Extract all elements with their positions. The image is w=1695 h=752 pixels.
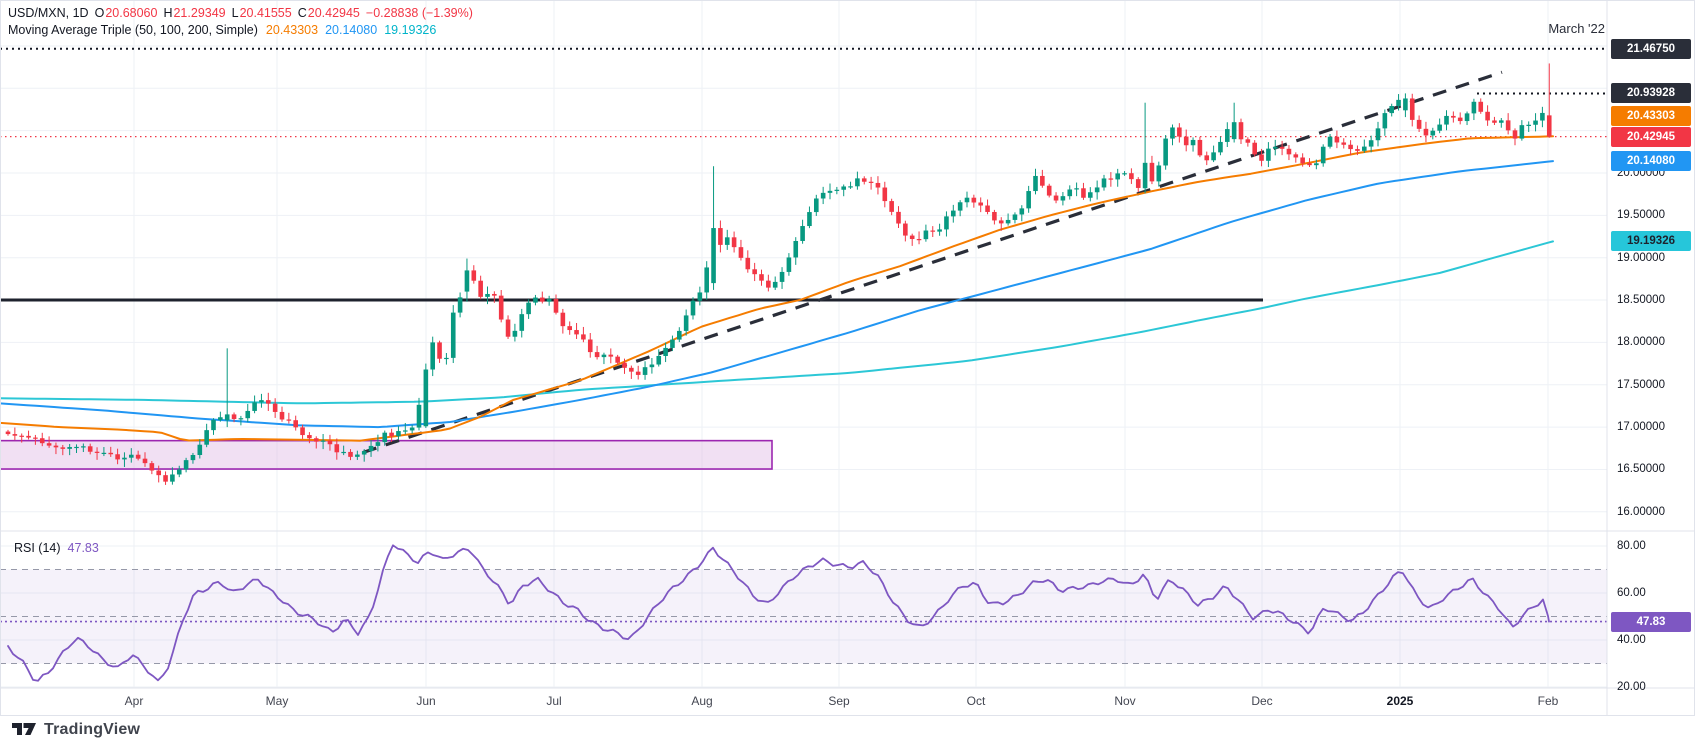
- time-label-Nov: Nov: [1114, 694, 1135, 708]
- chart-canvas[interactable]: [0, 0, 1695, 716]
- time-label-Dec: Dec: [1251, 694, 1272, 708]
- rsi-value-badge: 47.83: [1611, 612, 1691, 632]
- ma50-value-badge: 20.43303: [1611, 106, 1691, 126]
- change-value: −0.28838 (−1.39%): [366, 6, 473, 20]
- time-label-Jun: Jun: [416, 694, 435, 708]
- open-value: 20.68060: [105, 6, 157, 20]
- time-label-Aug: Aug: [691, 694, 712, 708]
- close-value: 20.42945: [308, 6, 360, 20]
- time-label-Feb: Feb: [1538, 694, 1559, 708]
- ma-indicator-title[interactable]: Moving Average Triple (50, 100, 200, Sim…: [8, 23, 258, 37]
- low-label: L: [232, 6, 239, 20]
- ma100-value-badge: 20.14080: [1611, 151, 1691, 171]
- low-value: 20.41555: [240, 6, 292, 20]
- tradingview-brand-text: TradingView: [44, 721, 140, 739]
- rsi-tick-60.00: 60.00: [1617, 587, 1646, 599]
- time-label-2025: 2025: [1387, 694, 1414, 708]
- time-label-Oct: Oct: [967, 694, 986, 708]
- chart-legend: USD/MXN, 1DO20.68060H21.29349L20.41555C2…: [8, 5, 473, 39]
- high-label: H: [163, 6, 172, 20]
- price-axis[interactable]: 20.0000019.5000019.0000018.5000018.00000…: [1607, 0, 1695, 716]
- symbol-legend-row[interactable]: USD/MXN, 1D O20.68060 H21.29349 L20.41555 C2…: [8, 5, 473, 22]
- price-tick-17.50000: 17.50000: [1617, 379, 1665, 391]
- close-label: C: [298, 6, 307, 20]
- price-tick-16.00000: 16.00000: [1617, 506, 1665, 518]
- price-tick-17.00000: 17.00000: [1617, 421, 1665, 433]
- ma50-legend-value: 20.43303: [266, 23, 318, 37]
- time-axis[interactable]: Apr May Jun Jul Aug Sep Oct Nov Dec 2025 Feb: [0, 688, 1607, 716]
- time-label-Sep: Sep: [828, 694, 849, 708]
- indicator-legend-row[interactable]: Moving Average Triple (50, 100, 200, Sim…: [8, 22, 473, 39]
- price-tick-18.00000: 18.00000: [1617, 336, 1665, 348]
- ma200-legend-value: 19.19326: [384, 23, 436, 37]
- level-badge-recent-high: 20.93928: [1611, 83, 1691, 103]
- high-value: 21.29349: [173, 6, 225, 20]
- time-label-Jul: Jul: [546, 694, 561, 708]
- time-label-May: May: [266, 694, 289, 708]
- rsi-indicator-row[interactable]: RSI (14) 47.83: [14, 541, 99, 555]
- last-price-badge: 20.42945: [1611, 127, 1691, 147]
- time-label-Apr: Apr: [125, 694, 144, 708]
- rsi-indicator-title[interactable]: RSI (14): [14, 541, 61, 555]
- tradingview-chart-window: USD/MXN, 1DO20.68060H21.29349L20.41555C2…: [0, 0, 1695, 752]
- open-label: O: [95, 6, 105, 20]
- symbol-title[interactable]: USD/MXN, 1D: [8, 6, 89, 20]
- ma200-value-badge: 19.19326: [1611, 231, 1691, 251]
- rsi-tick-80.00: 80.00: [1617, 540, 1646, 552]
- price-tick-19.00000: 19.00000: [1617, 252, 1665, 264]
- price-tick-18.50000: 18.50000: [1617, 294, 1665, 306]
- rsi-tick-40.00: 40.00: [1617, 634, 1646, 646]
- tradingview-attribution[interactable]: TradingView: [12, 721, 140, 739]
- ma100-legend-value: 20.14080: [325, 23, 377, 37]
- price-tick-19.50000: 19.50000: [1617, 209, 1665, 221]
- march22-high-label: March '22: [1470, 21, 1605, 36]
- rsi-tick-20.00: 20.00: [1617, 681, 1646, 693]
- rsi-legend-value: 47.83: [68, 541, 99, 555]
- price-tick-16.50000: 16.50000: [1617, 463, 1665, 475]
- level-badge-march22-high: 21.46750: [1611, 39, 1691, 59]
- tradingview-logo-icon: [12, 722, 37, 739]
